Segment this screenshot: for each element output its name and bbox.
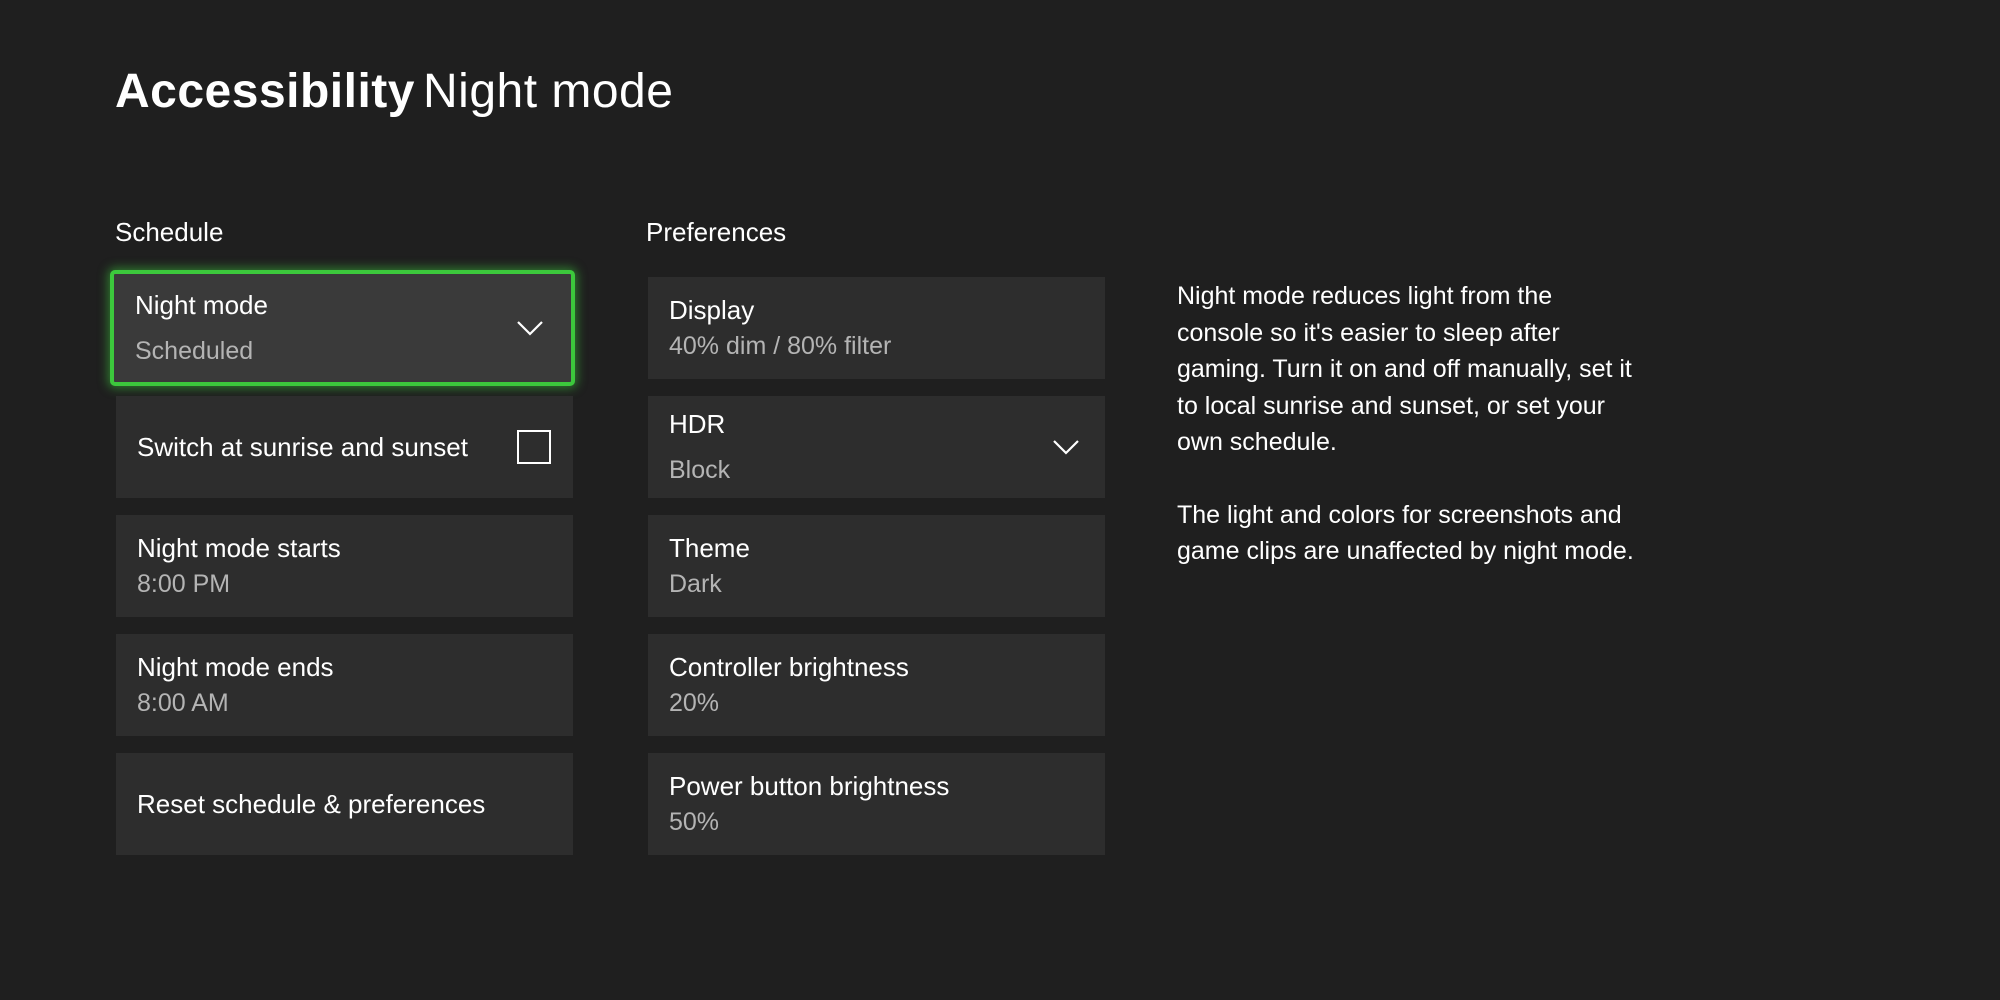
hdr-label: HDR: [669, 409, 726, 439]
reset-schedule-button[interactable]: Reset schedule & preferences: [116, 753, 573, 855]
description-panel: Night mode reduces light from the consol…: [1177, 278, 1637, 606]
power-button-brightness-label: Power button brightness: [669, 771, 950, 801]
description-paragraph: The light and colors for screenshots and…: [1177, 500, 1634, 566]
preferences-heading: Preferences: [646, 217, 787, 247]
controller-brightness-label: Controller brightness: [669, 652, 909, 682]
night-mode-starts-value: 8:00 PM: [137, 570, 231, 598]
sunrise-sunset-checkbox[interactable]: [517, 430, 551, 464]
page-name: Night mode: [422, 65, 674, 118]
sunrise-sunset-label: Switch at sunrise and sunset: [137, 432, 468, 462]
display-label: Display: [669, 295, 755, 325]
page-title: Accessibility Night mode: [115, 62, 673, 122]
controller-brightness-button[interactable]: Controller brightness 20%: [648, 634, 1105, 736]
night-mode-starts-label: Night mode starts: [137, 533, 341, 563]
night-mode-value: Scheduled: [135, 337, 254, 365]
theme-value: Dark: [669, 570, 722, 598]
reset-schedule-label: Reset schedule & preferences: [137, 789, 486, 819]
description-paragraph: Night mode reduces light from the consol…: [1177, 282, 1632, 456]
sunrise-sunset-toggle[interactable]: Switch at sunrise and sunset: [116, 396, 573, 498]
schedule-heading: Schedule: [115, 217, 224, 247]
night-mode-ends-label: Night mode ends: [137, 652, 334, 682]
power-button-brightness-value: 50%: [669, 808, 720, 836]
hdr-value: Block: [669, 456, 731, 484]
power-button-brightness-button[interactable]: Power button brightness 50%: [648, 753, 1105, 855]
night-mode-starts-button[interactable]: Night mode starts 8:00 PM: [116, 515, 573, 617]
hdr-dropdown[interactable]: HDR Block: [648, 396, 1105, 498]
night-mode-label: Night mode: [135, 290, 268, 320]
night-mode-dropdown[interactable]: Night mode Scheduled: [110, 270, 575, 386]
chevron-down-icon: [1053, 439, 1079, 455]
chevron-down-icon: [517, 320, 543, 336]
controller-brightness-value: 20%: [669, 689, 720, 717]
display-button[interactable]: Display 40% dim / 80% filter: [648, 277, 1105, 379]
theme-label: Theme: [669, 533, 750, 563]
display-value: 40% dim / 80% filter: [669, 332, 892, 360]
breadcrumb-section: Accessibility: [115, 65, 415, 118]
night-mode-ends-value: 8:00 AM: [137, 689, 229, 717]
night-mode-ends-button[interactable]: Night mode ends 8:00 AM: [116, 634, 573, 736]
theme-button[interactable]: Theme Dark: [648, 515, 1105, 617]
